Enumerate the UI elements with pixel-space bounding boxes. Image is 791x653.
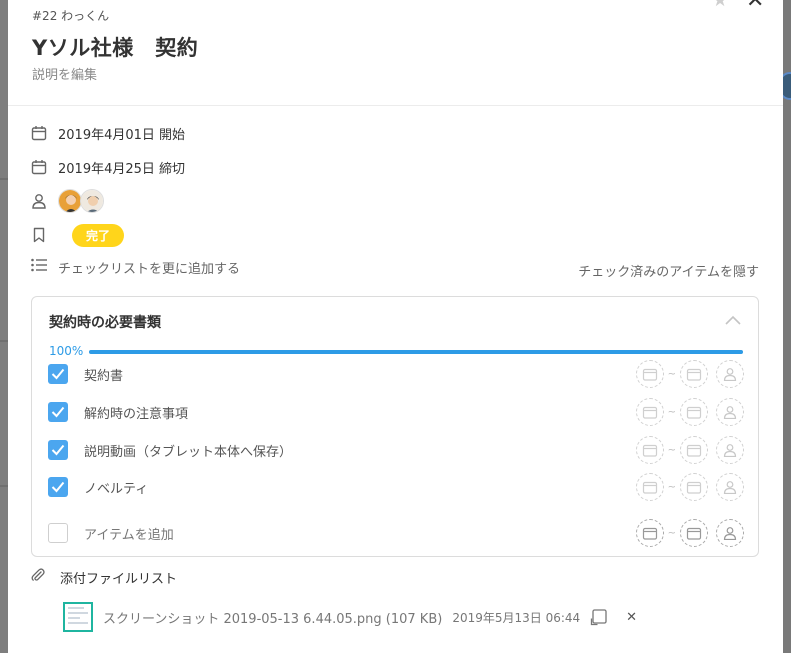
item-tools: ~ <box>635 519 744 547</box>
list-icon <box>30 257 48 277</box>
delete-attachment-icon[interactable]: ✕ <box>626 610 637 625</box>
calendar-icon[interactable] <box>635 360 664 388</box>
file-name[interactable]: スクリーンショット 2019-05-13 6.44.05.png (107 KB… <box>103 608 442 627</box>
file-date: 2019年5月13日 06:44 <box>452 610 581 625</box>
attachments-header: 添付ファイルリスト <box>30 567 177 587</box>
status-badge[interactable]: 完了 <box>72 223 125 247</box>
person-icon <box>30 192 48 210</box>
item-label[interactable]: 説明動画（タブレット本体へ保存） <box>84 441 636 460</box>
checklist-item: 契約書 ~ <box>48 359 744 389</box>
calendar-icon[interactable] <box>680 519 708 547</box>
task-title[interactable]: Yソル社様 契約 <box>32 32 198 62</box>
checklist-item: 説明動画（タブレット本体へ保存） ~ <box>48 435 744 465</box>
date-separator: ~ <box>667 406 676 418</box>
chevron-up-icon[interactable] <box>724 311 742 330</box>
date-separator: ~ <box>667 368 676 380</box>
calendar-icon[interactable] <box>680 473 708 501</box>
bookmark-icon <box>30 226 48 244</box>
add-item-input[interactable]: アイテムを追加 <box>84 524 636 543</box>
add-checklist-button[interactable]: チェックリストを更に追加する <box>30 257 240 277</box>
person-icon[interactable] <box>716 360 744 388</box>
calendar-icon[interactable] <box>635 473 664 501</box>
item-tools: ~ <box>635 360 744 388</box>
add-item-row: アイテムを追加 ~ <box>48 518 744 548</box>
add-checklist-label: チェックリストを更に追加する <box>58 261 241 277</box>
item-checkbox[interactable] <box>48 477 68 497</box>
description-edit-link[interactable]: 説明を編集 <box>32 64 97 83</box>
progress-fill <box>89 350 743 354</box>
item-tools: ~ <box>635 398 744 426</box>
checklist-title[interactable]: 契約時の必要書類 <box>49 312 161 332</box>
item-checkbox[interactable] <box>48 402 68 422</box>
calendar-icon[interactable] <box>680 436 708 464</box>
task-detail-modal: #22 わっくん Yソル社様 契約 説明を編集 ★ ✕ 2019年4月01日 開… <box>8 0 783 653</box>
start-date: 2019年4月01日 開始 <box>58 127 186 143</box>
item-label[interactable]: 解約時の注意事項 <box>84 403 636 422</box>
item-label[interactable]: 契約書 <box>84 365 636 384</box>
task-number: #22 わっくん <box>32 9 110 23</box>
calendar-icon[interactable] <box>635 398 664 426</box>
calendar-icon[interactable] <box>635 519 664 547</box>
calendar-icon[interactable] <box>635 436 664 464</box>
item-tools: ~ <box>635 473 744 501</box>
due-date: 2019年4月25日 締切 <box>58 161 186 177</box>
item-checkbox[interactable] <box>48 364 68 384</box>
item-checkbox[interactable] <box>48 440 68 460</box>
due-date-row[interactable]: 2019年4月25日 締切 <box>30 155 185 179</box>
avatar[interactable] <box>80 189 104 213</box>
close-icon[interactable]: ✕ <box>746 0 764 12</box>
paperclip-icon <box>30 567 46 587</box>
person-icon[interactable] <box>716 436 744 464</box>
add-item-checkbox[interactable] <box>48 523 68 543</box>
calendar-icon[interactable] <box>680 360 708 388</box>
avatar[interactable] <box>58 189 82 213</box>
start-date-row[interactable]: 2019年4月01日 開始 <box>30 121 185 145</box>
file-thumbnail[interactable] <box>63 602 93 632</box>
assignees-row <box>30 189 104 213</box>
progress-bar <box>89 350 743 354</box>
person-icon[interactable] <box>716 473 744 501</box>
hide-checked-items-link[interactable]: チェック済みのアイテムを隠す <box>578 261 759 280</box>
item-tools: ~ <box>635 436 744 464</box>
person-icon[interactable] <box>716 398 744 426</box>
star-icon[interactable]: ★ <box>712 0 728 11</box>
date-separator: ~ <box>667 527 676 539</box>
date-separator: ~ <box>667 481 676 493</box>
calendar-icon[interactable] <box>680 398 708 426</box>
attachments-title: 添付ファイルリスト <box>60 571 178 587</box>
checklist-item: 解約時の注意事項 ~ <box>48 397 744 427</box>
calendar-icon <box>30 158 48 176</box>
item-label[interactable]: ノベルティ <box>84 478 636 497</box>
date-separator: ~ <box>667 444 676 456</box>
attachment-file: スクリーンショット 2019-05-13 6.44.05.png (107 KB… <box>63 602 637 632</box>
cover-image-icon[interactable] <box>590 608 608 626</box>
person-icon[interactable] <box>716 519 744 547</box>
checklist-card: 契約時の必要書類 100% 契約書 ~ 解約時の注意事項 ~ 説明動画（タブレット本体へ… <box>31 296 759 557</box>
progress-percent: 100% <box>49 344 84 358</box>
status-row: 完了 <box>30 223 125 247</box>
checklist-item: ノベルティ ~ <box>48 472 744 502</box>
calendar-icon <box>30 124 48 142</box>
modal-header: #22 わっくん Yソル社様 契約 説明を編集 ★ ✕ <box>8 0 783 106</box>
